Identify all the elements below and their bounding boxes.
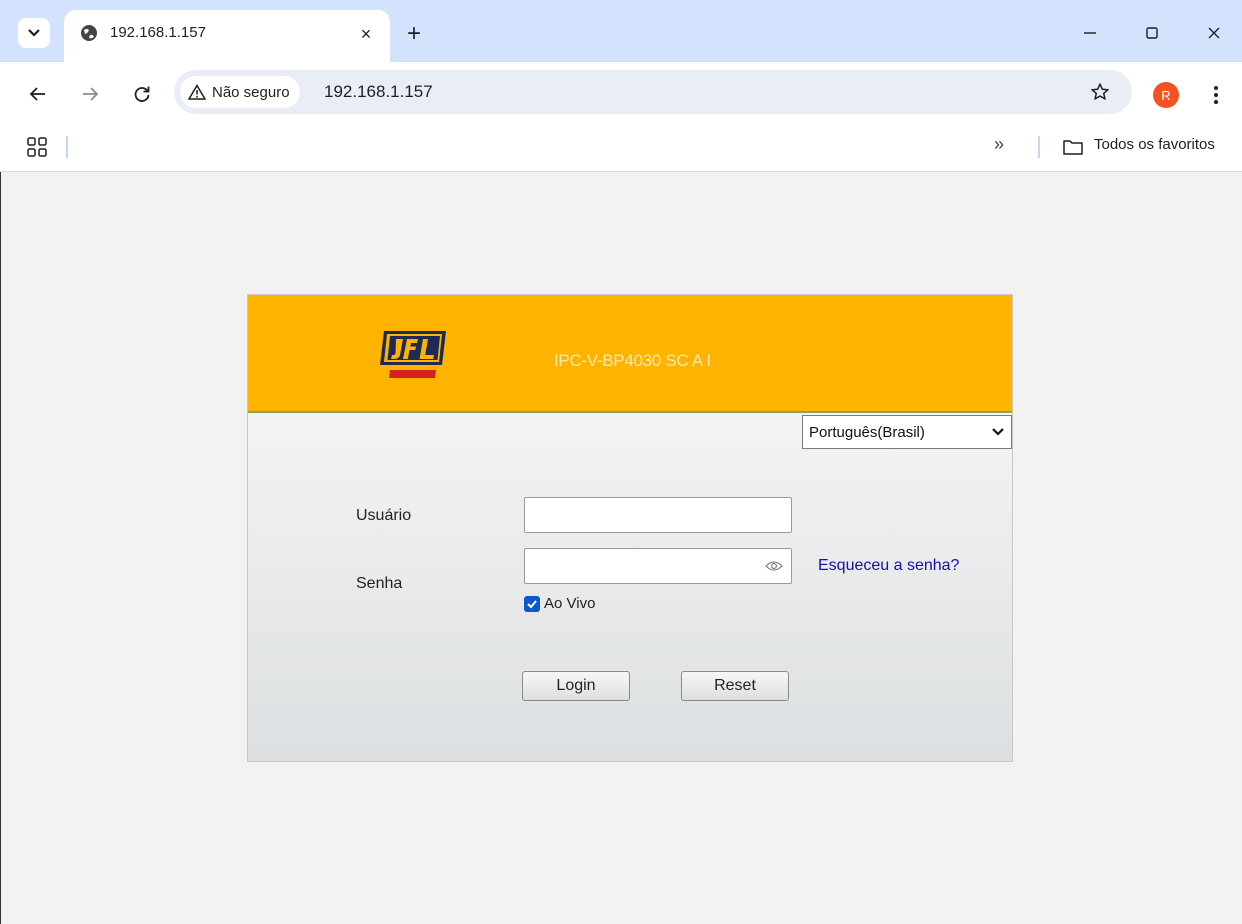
browser-menu-button[interactable] (1206, 80, 1226, 110)
reload-icon (134, 86, 150, 102)
folder-icon (1063, 140, 1083, 155)
login-panel: IPC-V-BP4030 SC A I Português(Brasil) Us… (247, 294, 1013, 762)
chevron-down-icon (992, 428, 1004, 436)
address-bar[interactable]: Não seguro 192.168.1.157 (174, 70, 1132, 114)
tab-title: 192.168.1.157 (110, 24, 206, 41)
jfl-alarmes-logo (380, 331, 446, 380)
page-content: IPC-V-BP4030 SC A I Português(Brasil) Us… (0, 172, 1242, 924)
password-input[interactable] (524, 548, 792, 584)
globe-icon (81, 25, 97, 41)
language-select[interactable]: Português(Brasil) (802, 415, 1012, 449)
star-icon (1091, 83, 1109, 100)
forgot-password-link[interactable]: Esqueceu a senha? (818, 557, 959, 575)
login-form: Português(Brasil) Usuário Senha Esqueceu… (248, 413, 1012, 761)
maximize-button[interactable] (1134, 18, 1170, 48)
device-model-title: IPC-V-BP4030 SC A I (554, 351, 711, 370)
kebab-menu-icon (1214, 86, 1218, 104)
browser-toolbar: Não seguro 192.168.1.157 R (0, 62, 1242, 126)
reload-button[interactable] (128, 80, 156, 108)
minimize-button[interactable] (1072, 18, 1108, 48)
live-label: Ao Vivo (544, 595, 596, 612)
bookmark-star-button[interactable] (1088, 80, 1112, 104)
eye-icon[interactable] (765, 559, 783, 573)
username-label: Usuário (356, 507, 412, 524)
security-chip[interactable]: Não seguro (180, 76, 300, 108)
live-checkbox[interactable] (524, 596, 540, 612)
all-bookmarks-link[interactable]: Todos os favoritos (1094, 136, 1215, 153)
tab-search-button[interactable] (18, 18, 50, 48)
plus-icon: + (406, 20, 421, 47)
close-tab-button[interactable]: × (354, 22, 378, 46)
reset-button[interactable]: Reset (681, 671, 789, 701)
login-button[interactable]: Login (522, 671, 630, 701)
url-text[interactable]: 192.168.1.157 (324, 82, 433, 102)
window-close-button[interactable] (1196, 18, 1232, 48)
forward-button[interactable] (76, 80, 104, 108)
bookmarks-separator (1038, 136, 1040, 158)
warning-icon (188, 84, 206, 100)
apps-icon[interactable] (26, 136, 48, 158)
login-header: IPC-V-BP4030 SC A I (248, 295, 1012, 413)
forward-icon (83, 87, 99, 101)
close-icon: × (360, 23, 372, 44)
profile-avatar[interactable]: R (1153, 82, 1179, 108)
bookmarks-overflow-button[interactable]: » (994, 134, 1004, 155)
checkmark-icon (527, 600, 537, 609)
window-close-icon (1208, 27, 1220, 39)
username-input[interactable] (524, 497, 792, 533)
tab-strip: 192.168.1.157 × + (0, 0, 1242, 62)
back-icon (29, 87, 45, 101)
bookmarks-separator (66, 136, 68, 158)
new-tab-button[interactable]: + (400, 20, 428, 48)
tab-search-icon (28, 29, 40, 37)
password-label: Senha (356, 575, 403, 592)
security-label: Não seguro (212, 83, 290, 101)
active-tab[interactable]: 192.168.1.157 × (64, 10, 390, 62)
maximize-icon (1146, 27, 1158, 39)
language-selected-value: Português(Brasil) (809, 423, 925, 441)
back-button[interactable] (24, 80, 52, 108)
bookmarks-bar: » Todos os favoritos (0, 126, 1242, 172)
minimize-icon (1084, 32, 1096, 34)
